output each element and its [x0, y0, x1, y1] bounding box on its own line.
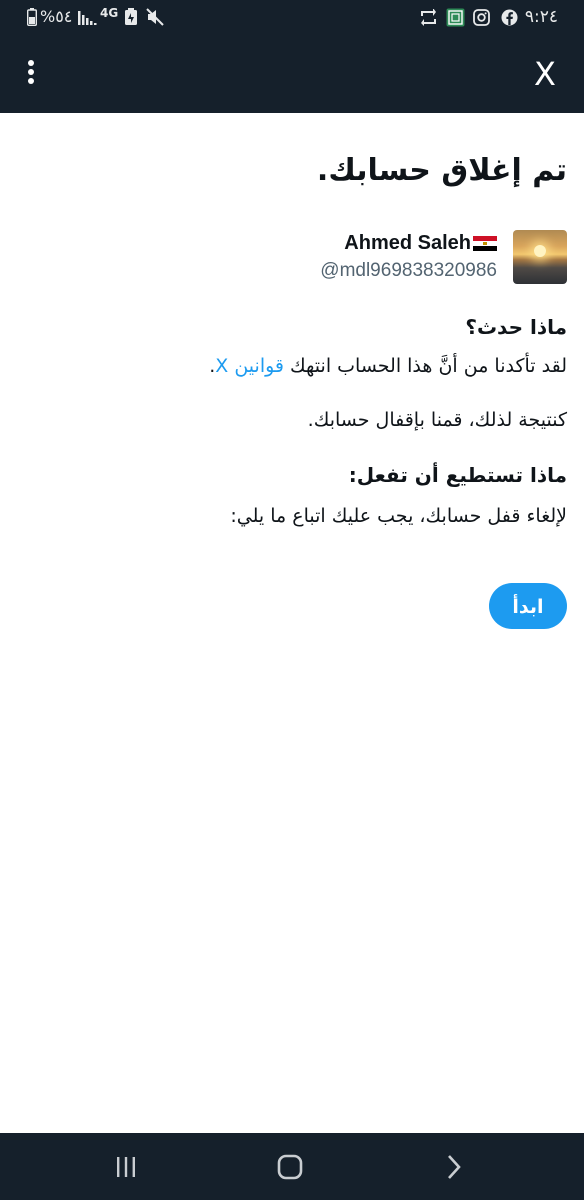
user-name-row: Ahmed Saleh — [344, 232, 497, 255]
battery-percent: %٥٤ — [40, 7, 73, 26]
close-button[interactable]: X — [528, 54, 562, 94]
system-nav-bar — [0, 1133, 584, 1200]
back-icon[interactable] — [434, 1151, 474, 1183]
egypt-flag-icon — [473, 235, 497, 252]
sync-icon — [418, 8, 438, 26]
status-time: ٩:٢٤ — [524, 7, 558, 27]
signal-icon — [78, 8, 98, 26]
home-icon[interactable] — [270, 1151, 310, 1183]
start-button[interactable]: ابدأ — [489, 583, 567, 629]
battery-saver-icon — [124, 8, 138, 26]
what-happened-text: لقد تأكدنا من أنَّ هذا الحساب انتهك قوان… — [209, 355, 567, 377]
what-happened-heading: ماذا حدث؟ — [465, 315, 567, 339]
user-name: Ahmed Saleh — [344, 232, 471, 254]
page-title: تم إغلاق حسابك. — [316, 153, 567, 188]
recent-apps-icon[interactable] — [106, 1151, 146, 1183]
battery-icon — [26, 8, 38, 26]
rules-link[interactable]: قوانين X — [215, 355, 284, 377]
app-bar: X — [0, 34, 584, 113]
network-label: 4G — [100, 6, 119, 20]
facebook-icon — [500, 8, 518, 26]
user-handle: @mdl969838320986 — [320, 260, 497, 281]
more-options-button[interactable] — [18, 58, 44, 90]
avatar[interactable] — [513, 230, 567, 284]
instagram-icon — [472, 8, 490, 26]
what-to-do-text: لإلغاء قفل حسابك، يجب عليك اتباع ما يلي: — [230, 505, 567, 527]
main-content: تم إغلاق حسابك. Ahmed Saleh @mdl96983832… — [0, 113, 584, 1133]
mute-icon — [146, 8, 164, 26]
status-bar: ٩:٢٤ %٥٤ 4G — [0, 0, 584, 34]
result-text: كنتيجة لذلك، قمنا بإقفال حسابك. — [307, 409, 567, 431]
app-icon — [445, 8, 465, 26]
user-card: Ahmed Saleh @mdl969838320986 — [27, 230, 567, 286]
what-to-do-heading: ماذا تستطيع أن تفعل: — [348, 463, 567, 487]
more-vertical-icon — [28, 60, 34, 66]
